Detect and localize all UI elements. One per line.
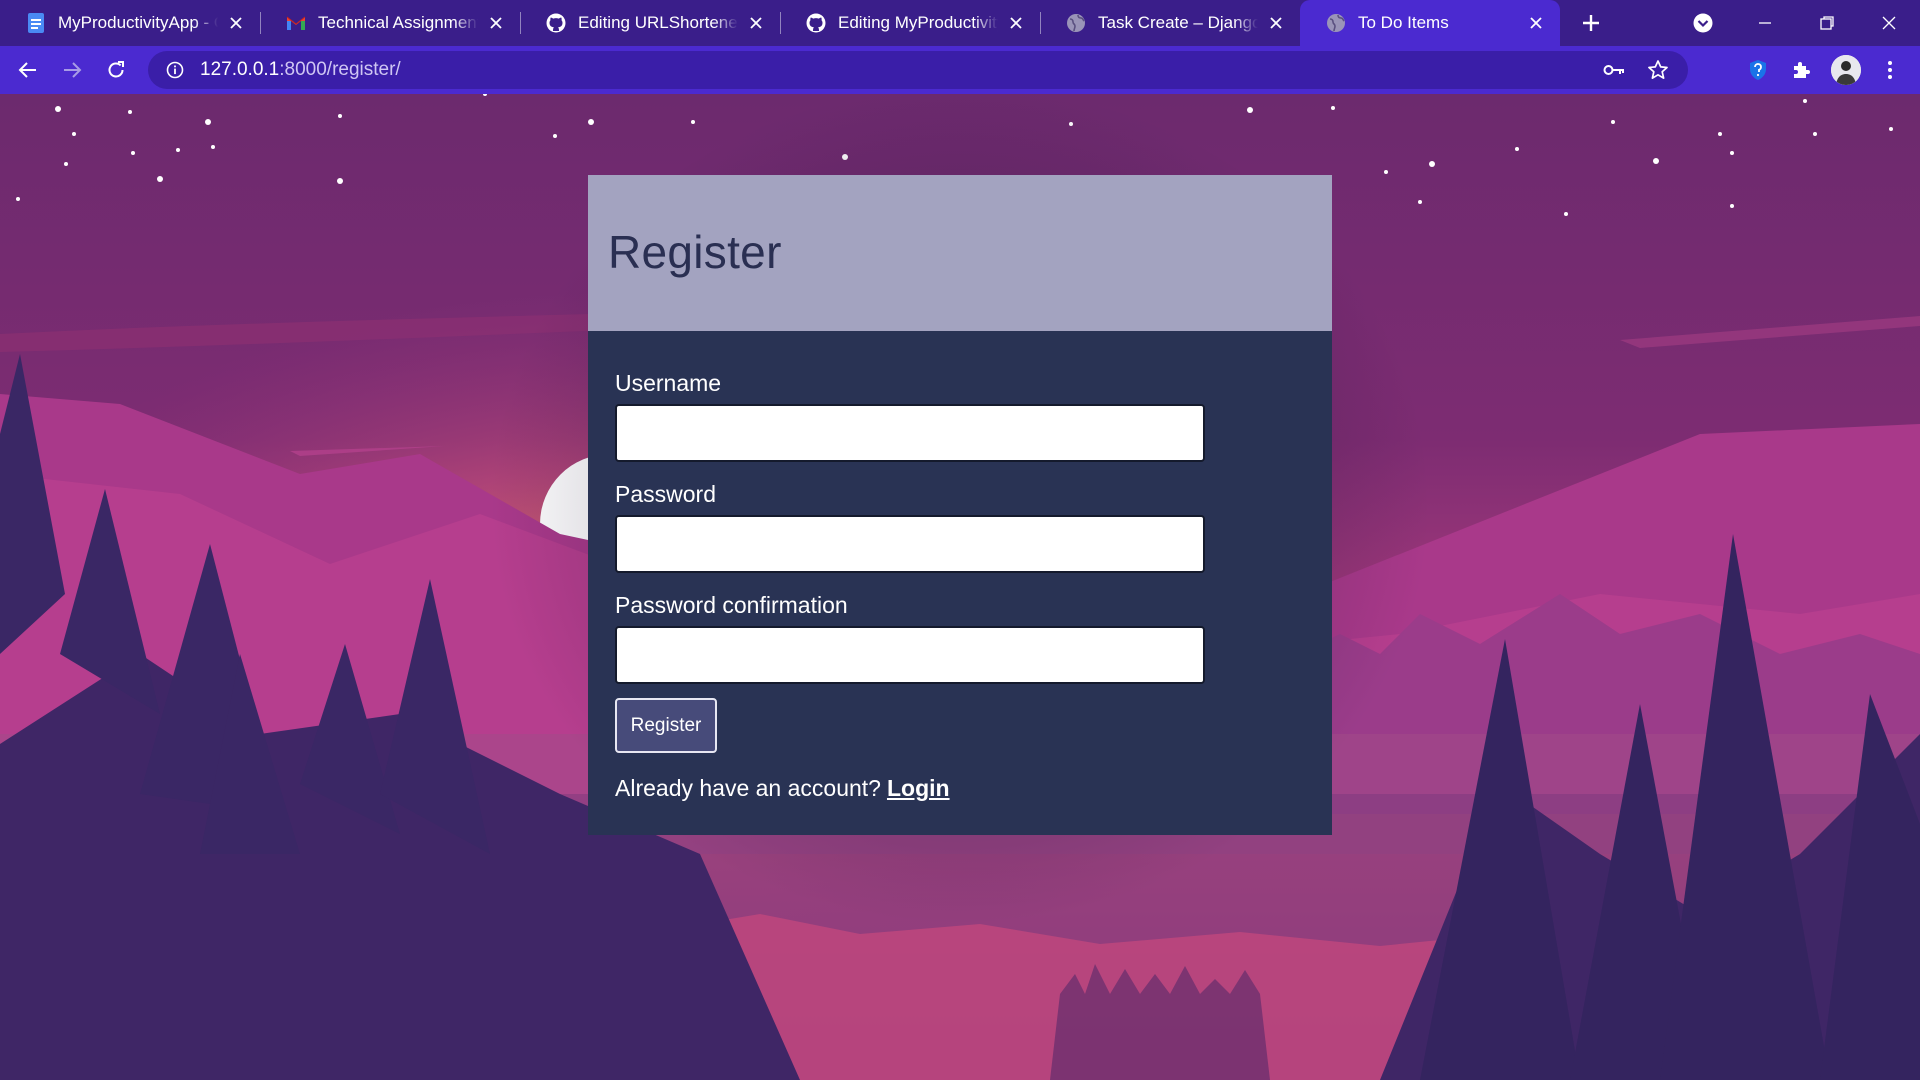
key-icon xyxy=(1603,65,1624,75)
tab-title: Task Create – Django RE xyxy=(1098,13,1258,32)
menu-button[interactable] xyxy=(1868,46,1912,94)
minimize-button[interactable] xyxy=(1734,0,1796,46)
minimize-icon xyxy=(1759,22,1771,24)
tab-github-urlshortener[interactable]: Editing URLShortener/R xyxy=(520,0,780,46)
new-tab-button[interactable] xyxy=(1568,0,1614,46)
url-path: :8000/register/ xyxy=(279,59,401,80)
avatar xyxy=(1831,55,1861,85)
close-icon[interactable] xyxy=(226,13,246,33)
url-host: 127.0.0.1 xyxy=(200,59,280,80)
password-confirmation-label: Password confirmation xyxy=(615,592,848,618)
card-header: Register xyxy=(588,175,1332,331)
login-link[interactable]: Login xyxy=(887,775,950,801)
tab-strip: MyProductivityApp - Go Technical Assignm… xyxy=(0,0,1920,46)
register-card: Register Username Password Password conf… xyxy=(588,175,1332,835)
back-button[interactable] xyxy=(8,50,48,90)
github-icon xyxy=(546,13,566,33)
username-input[interactable] xyxy=(615,404,1205,462)
github-icon xyxy=(806,13,826,33)
close-icon[interactable] xyxy=(486,13,506,33)
close-icon[interactable] xyxy=(1526,13,1546,33)
username-label: Username xyxy=(615,370,722,396)
toolbar-right xyxy=(1736,46,1912,94)
close-window-button[interactable] xyxy=(1858,0,1920,46)
tab-gmail[interactable]: Technical Assignments f xyxy=(260,0,520,46)
more-vert-icon xyxy=(1888,61,1892,79)
forward-button[interactable] xyxy=(52,50,92,90)
tab-title: Editing URLShortener/R xyxy=(578,13,738,32)
tab-title: To Do Items xyxy=(1358,13,1449,32)
arrow-right-icon xyxy=(64,62,82,78)
google-docs-icon xyxy=(26,13,46,33)
tab-title: MyProductivityApp - Go xyxy=(58,13,218,32)
password-confirmation-input[interactable] xyxy=(615,626,1205,684)
plus-icon xyxy=(1583,15,1599,31)
address-bar[interactable]: 127.0.0.1:8000/register/ xyxy=(148,51,1688,89)
extension-button[interactable] xyxy=(1736,46,1780,94)
star-icon xyxy=(1648,60,1668,79)
register-button[interactable]: Register xyxy=(615,698,717,753)
window-controls xyxy=(1672,0,1920,46)
tab-title: Editing MyProductivityA xyxy=(838,13,998,32)
login-prompt: Already have an account? Login xyxy=(615,775,1332,802)
restore-icon xyxy=(1820,16,1834,30)
tab-github-myproductivityapp[interactable]: Editing MyProductivityA xyxy=(780,0,1040,46)
password-input[interactable] xyxy=(615,515,1205,573)
tab-title: Technical Assignments f xyxy=(318,13,478,32)
url-text[interactable]: 127.0.0.1:8000/register/ xyxy=(200,59,401,81)
tab-list: MyProductivityApp - Go Technical Assignm… xyxy=(0,0,1560,46)
register-form: Username Password Password confirmation … xyxy=(588,331,1332,835)
extensions-button[interactable] xyxy=(1780,46,1824,94)
password-label: Password xyxy=(615,481,716,507)
reload-icon xyxy=(108,61,124,78)
tab-task-create[interactable]: Task Create – Django RE xyxy=(1040,0,1300,46)
site-info-icon[interactable] xyxy=(156,51,194,89)
puzzle-icon xyxy=(1794,62,1810,78)
globe-icon xyxy=(1326,13,1346,33)
arrow-left-icon xyxy=(18,62,36,78)
close-icon xyxy=(1882,16,1896,30)
shield-icon xyxy=(1750,60,1766,80)
close-icon[interactable] xyxy=(746,13,766,33)
chevron-down-icon xyxy=(1693,13,1713,33)
tab-myproductivityapp-doc[interactable]: MyProductivityApp - Go xyxy=(0,0,260,46)
gmail-icon xyxy=(286,13,306,33)
page-viewport: Register Username Password Password conf… xyxy=(0,94,1920,1080)
reload-button[interactable] xyxy=(96,50,136,90)
address-bar-actions xyxy=(1592,51,1680,89)
restore-button[interactable] xyxy=(1796,0,1858,46)
tab-search-button[interactable] xyxy=(1672,0,1734,46)
close-icon[interactable] xyxy=(1006,13,1026,33)
bookmark-button[interactable] xyxy=(1636,51,1680,89)
browser-toolbar: 127.0.0.1:8000/register/ xyxy=(0,46,1920,94)
tab-to-do-items[interactable]: To Do Items xyxy=(1300,0,1560,46)
close-icon[interactable] xyxy=(1266,13,1286,33)
password-key-button[interactable] xyxy=(1592,51,1636,89)
profile-button[interactable] xyxy=(1824,46,1868,94)
login-prompt-text: Already have an account? xyxy=(615,775,881,801)
page-title: Register xyxy=(608,226,782,278)
globe-icon xyxy=(1066,13,1086,33)
